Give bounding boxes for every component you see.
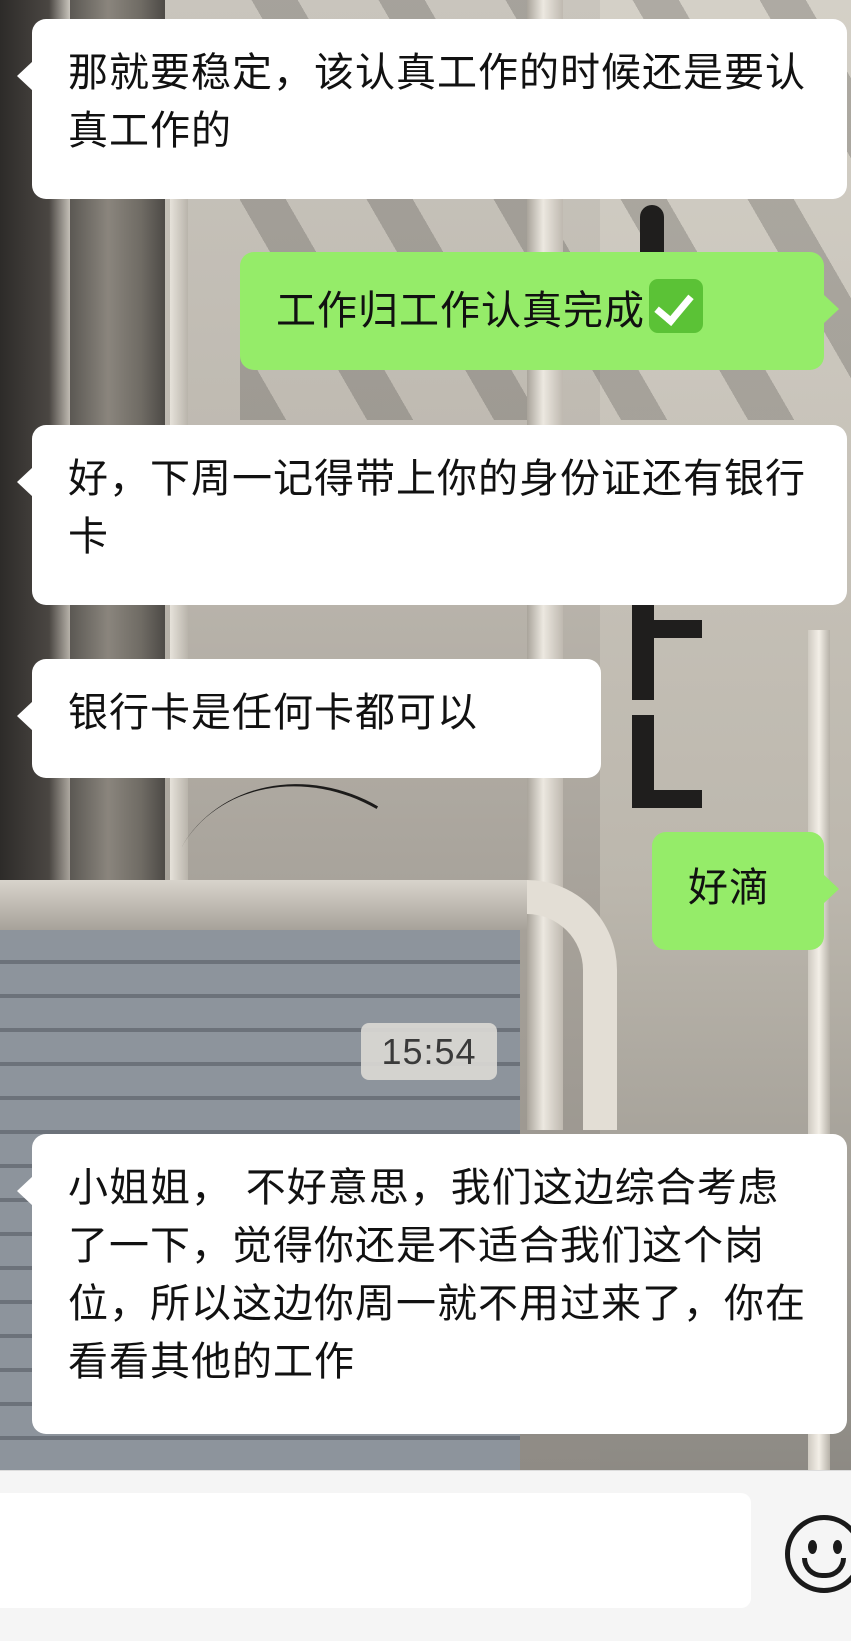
message-text: 工作归工作认真完成: [276, 288, 645, 334]
chat-input-bar: [0, 1470, 851, 1641]
smiley-eye: [808, 1540, 817, 1554]
message-text: 银行卡是任何卡都可以: [68, 690, 478, 736]
message-text: 好，下周一记得带上你的身份证还有银行卡: [68, 456, 806, 560]
message-text: 好滴: [688, 865, 770, 911]
incoming-message-bubble[interactable]: 那就要稳定，该认真工作的时候还是要认真工作的: [17, 19, 847, 199]
message-text: 那就要稳定，该认真工作的时候还是要认真工作的: [68, 50, 806, 154]
incoming-message-bubble[interactable]: 好，下周一记得带上你的身份证还有银行卡: [17, 425, 847, 605]
white-check-mark-emoji-icon: [649, 279, 703, 333]
smiley-eye: [833, 1540, 842, 1554]
incoming-message-bubble[interactable]: 银行卡是任何卡都可以: [17, 659, 601, 778]
message-text: 小姐姐， 不好意思，我们这边综合考虑了一下，觉得你还是不适合我们这个岗位，所以这…: [68, 1165, 806, 1385]
background-sign-letter: [632, 620, 702, 638]
background-sign-letter: [632, 790, 702, 808]
background-sign-letter: [632, 600, 654, 700]
outgoing-message-bubble[interactable]: 好滴: [652, 832, 839, 950]
incoming-message-bubble[interactable]: 小姐姐， 不好意思，我们这边综合考虑了一下，觉得你还是不适合我们这个岗位，所以这…: [17, 1134, 847, 1434]
message-timestamp: 15:54: [361, 1023, 497, 1080]
outgoing-message-bubble[interactable]: 工作归工作认真完成: [240, 252, 839, 370]
smiley-face-icon[interactable]: [785, 1515, 851, 1593]
smiley-mouth: [802, 1558, 846, 1578]
message-input[interactable]: [0, 1493, 751, 1608]
